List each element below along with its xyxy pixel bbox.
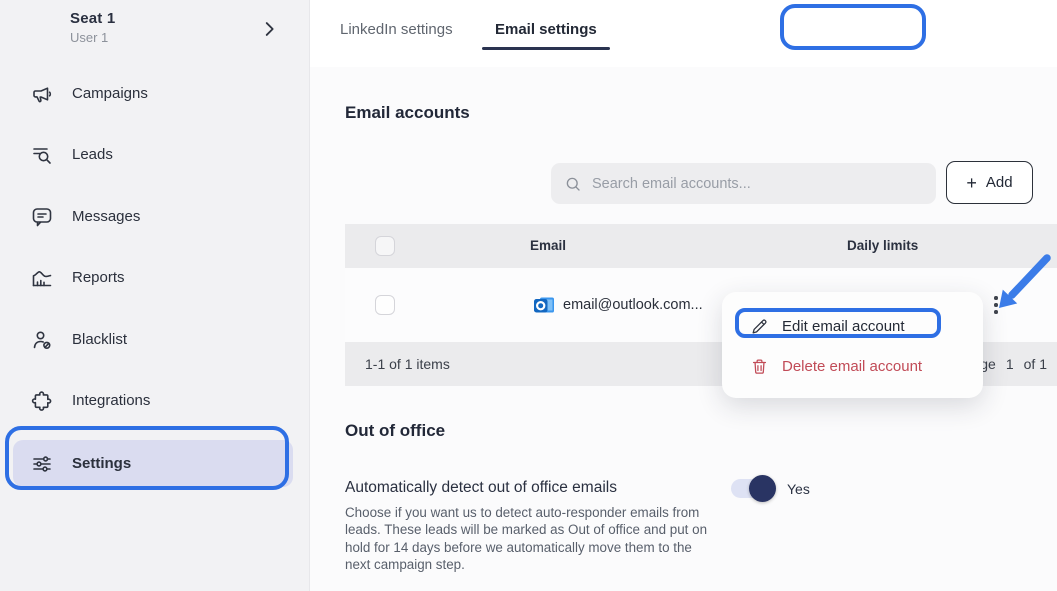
search-input[interactable] [592,176,923,192]
email-address: email@outlook.com... [563,297,703,313]
menu-item-label: Edit email account [782,318,905,335]
seat-user: User 1 [70,30,115,45]
ooo-setting-description: Choose if you want us to detect auto-res… [345,504,713,574]
search-icon [564,175,582,193]
sidebar-item-label: Messages [72,208,140,225]
row-actions-kebab-menu[interactable] [987,291,1005,319]
ooo-toggle[interactable] [731,479,773,498]
email-settings-panel: Email accounts + Add Email Daily limits [310,67,1057,591]
menu-item-edit-email-account[interactable]: Edit email account [750,312,905,340]
chat-bubble-icon [30,205,54,229]
table-header-row: Email Daily limits [345,224,1057,268]
sidebar-item-leads[interactable]: Leads [13,131,293,178]
sidebar: Seat 1 User 1 Campaigns Leads Messages R… [0,0,310,591]
row-actions-dropdown: Edit email account Delete email account [722,292,983,398]
email-accounts-search[interactable] [551,163,936,204]
chart-icon [30,266,54,290]
pagination-of-label: of 1 [1024,356,1047,372]
sidebar-item-campaigns[interactable]: Campaigns [13,70,293,117]
sidebar-item-label: Campaigns [72,85,148,102]
tab-linkedin-settings[interactable]: LinkedIn settings [340,21,453,38]
items-count: 1-1 of 1 items [365,356,450,372]
blocked-user-icon [30,328,54,352]
active-tab-underline [482,47,610,50]
ooo-setting-title: Automatically detect out of office email… [345,479,617,497]
puzzle-icon [30,389,54,413]
sidebar-item-integrations[interactable]: Integrations [13,377,293,424]
sidebar-item-settings[interactable]: Settings [13,440,293,487]
sidebar-item-label: Reports [72,269,125,286]
sidebar-item-blacklist[interactable]: Blacklist [13,316,293,363]
select-all-checkbox[interactable] [375,236,395,256]
sidebar-item-messages[interactable]: Messages [13,193,293,240]
seat-title: Seat 1 [70,10,115,27]
tab-email-settings[interactable]: Email settings [495,21,597,38]
megaphone-icon [30,82,54,106]
seat-switcher[interactable]: Seat 1 User 1 [70,10,115,45]
settings-tab-bar: LinkedIn settings Email settings [310,0,1057,67]
sliders-icon [30,452,54,476]
add-email-account-button[interactable]: + Add [946,161,1033,204]
leads-search-icon [30,143,54,167]
add-button-label: Add [986,174,1013,191]
outlook-icon [532,293,556,317]
chevron-right-icon [258,18,280,40]
sidebar-item-reports[interactable]: Reports [13,254,293,301]
column-header-email: Email [530,238,566,253]
edit-pencil-icon [750,317,769,336]
out-of-office-heading: Out of office [345,421,445,441]
sidebar-item-label: Blacklist [72,331,127,348]
sidebar-item-label: Settings [72,455,131,472]
ooo-toggle-row: Yes [731,479,810,498]
menu-item-delete-email-account[interactable]: Delete email account [750,352,922,380]
sidebar-item-label: Leads [72,146,113,163]
sidebar-item-label: Integrations [72,392,150,409]
row-checkbox[interactable] [375,295,395,315]
annotation-ring-email-tab [780,4,926,50]
pagination-page-number: 1 [1006,356,1014,372]
trash-icon [750,357,769,376]
plus-icon: + [966,174,977,192]
column-header-daily-limits: Daily limits [847,238,918,253]
toggle-state-label: Yes [787,481,810,497]
email-accounts-heading: Email accounts [345,103,470,123]
toggle-knob [749,475,776,502]
menu-item-label: Delete email account [782,358,922,375]
